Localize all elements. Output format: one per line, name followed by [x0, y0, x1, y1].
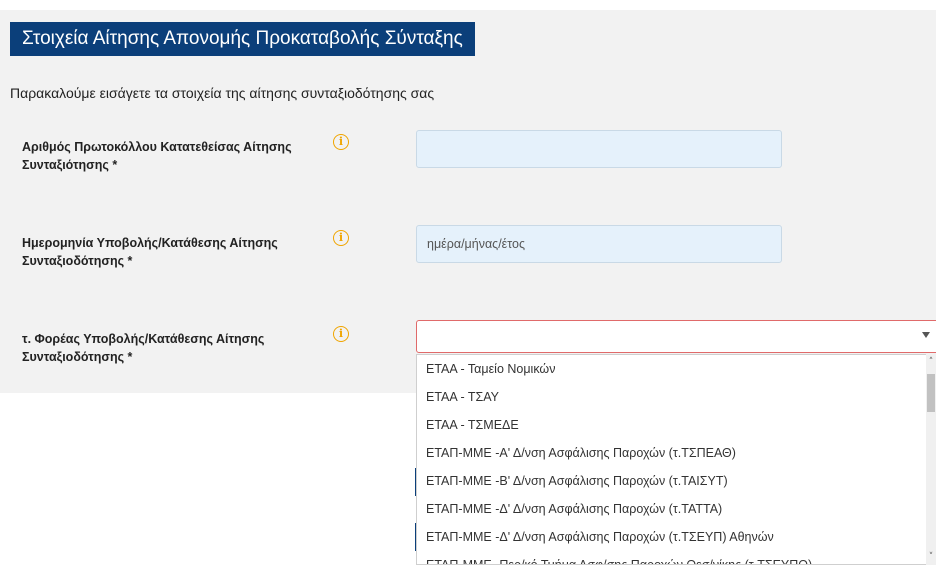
dropdown-option[interactable]: ΕΤΑΑ - ΤΣΑΥ — [417, 383, 936, 411]
protocol-number-label: Αριθμός Πρωτοκόλλου Κατατεθείσας Αίτησης… — [22, 140, 292, 172]
submission-agency-select[interactable] — [416, 320, 936, 353]
form-title: Στοιχεία Αίτησης Απονομής Προκαταβολής Σ… — [10, 22, 475, 56]
submission-date-label: Ημερομηνία Υποβολής/Κατάθεσης Αίτησης Συ… — [22, 236, 278, 268]
intro-text: Παρακαλούμε εισάγετε τα στοιχεία της αίτ… — [10, 85, 435, 101]
submission-agency-label: τ. Φορέας Υποβολής/Κατάθεσης Αίτησης Συν… — [22, 332, 265, 364]
protocol-number-field[interactable] — [416, 130, 782, 168]
chevron-down-icon[interactable]: ˅ — [927, 552, 935, 562]
dropdown-option[interactable]: ΕΤΑΑ - Ταμείο Νομικών — [417, 355, 936, 383]
dropdown-option[interactable]: ΕΤΑΠ-ΜΜΕ -Δ' Δ/νση Ασφάλισης Παροχών (τ.… — [417, 495, 936, 523]
submission-date-field[interactable]: ημέρα/μήνας/έτος — [416, 225, 782, 263]
dropdown-option[interactable]: ΕΤΑΠ-ΜΜΕ -Περ/κό Τμήμα Ασφ/σης Παροχών Θ… — [417, 551, 936, 564]
scrollbar-thumb[interactable] — [927, 374, 935, 412]
dropdown-option[interactable]: ΕΤΑΠ-ΜΜΕ -Β' Δ/νση Ασφάλισης Παροχών (τ.… — [417, 467, 936, 495]
dropdown-scrollbar[interactable]: ˄ ˅ — [926, 354, 936, 565]
chevron-up-icon[interactable]: ˄ — [927, 357, 935, 367]
chevron-down-icon[interactable] — [922, 332, 930, 338]
dropdown-option[interactable]: ΕΤΑΠ-ΜΜΕ -Α' Δ/νση Ασφάλισης Παροχών (τ.… — [417, 439, 936, 467]
info-icon[interactable]: i — [333, 134, 349, 150]
info-icon[interactable]: i — [333, 326, 349, 342]
dropdown-option[interactable]: ΕΤΑΑ - ΤΣΜΕΔΕ — [417, 411, 936, 439]
top-strip — [0, 0, 936, 10]
dropdown-option[interactable]: ΕΤΑΠ-ΜΜΕ -Δ' Δ/νση Ασφάλισης Παροχών (τ.… — [417, 523, 936, 551]
info-icon[interactable]: i — [333, 230, 349, 246]
agency-dropdown-list[interactable]: ΕΤΑΑ - Ταμείο Νομικών ΕΤΑΑ - ΤΣΑΥ ΕΤΑΑ -… — [416, 354, 936, 565]
